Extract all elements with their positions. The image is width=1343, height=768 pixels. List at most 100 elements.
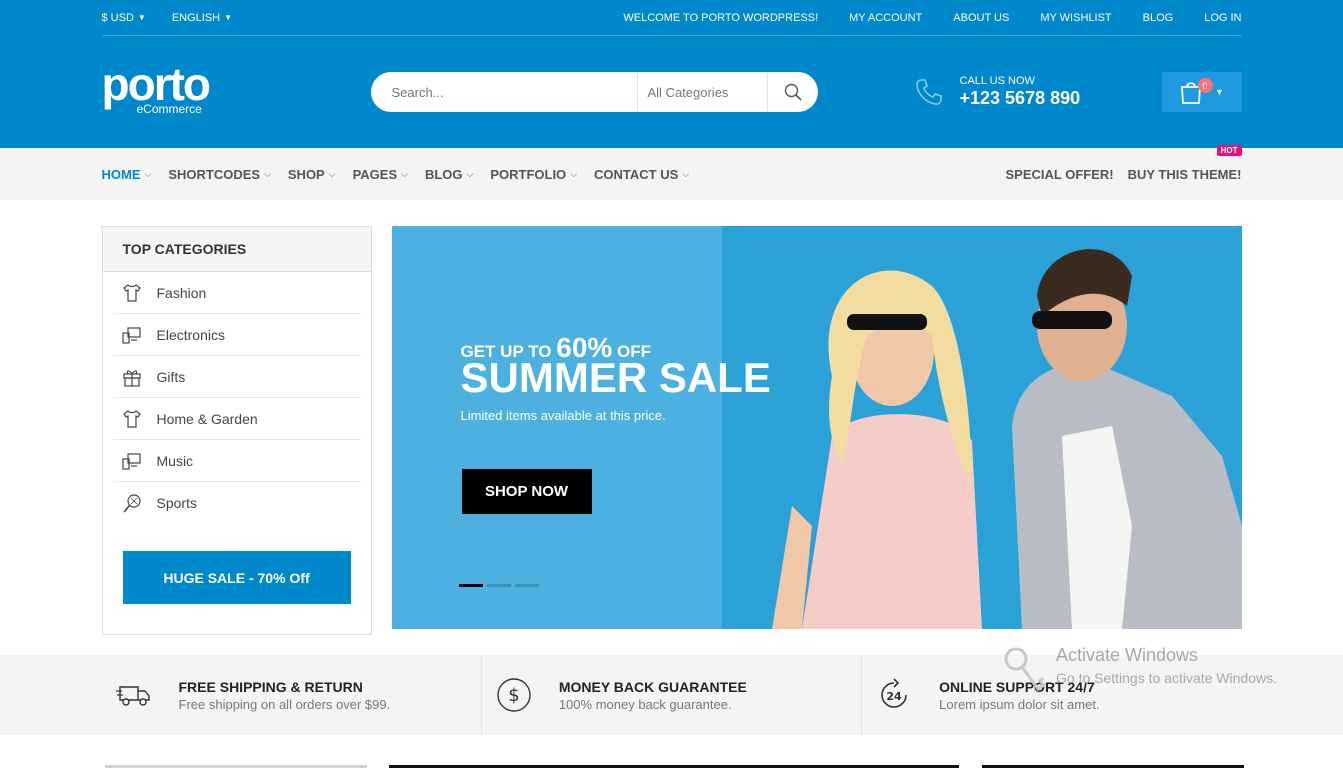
feature-title: FREE SHIPPING & RETURN <box>178 678 363 695</box>
feature-free-shipping: FREE SHIPPING & RETURN Free shipping on … <box>102 655 482 735</box>
features-bar: FREE SHIPPING & RETURN Free shipping on … <box>0 655 1343 735</box>
feature-title: MONEY BACK GUARANTEE <box>558 678 747 695</box>
category-item-gifts[interactable]: Gifts <box>112 356 361 398</box>
svg-text:24: 24 <box>887 690 903 703</box>
chevron-down-icon: ⌵ <box>264 168 271 179</box>
nav-item-pages[interactable]: PAGES ⌵ <box>353 167 408 182</box>
chevron-down-icon: ⌵ <box>682 168 690 179</box>
category-label: Sports <box>156 495 197 511</box>
hot-badge: HOT <box>1216 144 1242 156</box>
cart-button[interactable]: 0 ▼ <box>1161 72 1242 112</box>
header: porto eCommerce All Categories CALL US N… <box>0 36 1343 148</box>
category-select[interactable]: All Categories <box>636 72 767 112</box>
language-label: ENGLISH <box>171 11 221 24</box>
category-label: Gifts <box>156 368 186 385</box>
chevron-down-icon: ⌵ <box>328 168 336 179</box>
slider-dot[interactable] <box>514 584 539 587</box>
search-input[interactable] <box>370 72 637 112</box>
currency-switcher[interactable]: $ USD ▼ <box>102 12 146 24</box>
chevron-down-icon: ▼ <box>224 13 233 22</box>
slider-title: SUMMER SALE <box>460 354 771 401</box>
nav-label: CONTACT US <box>594 166 679 182</box>
nav-label: HOME <box>101 166 141 182</box>
nav-item-shop[interactable]: SHOP ⌵ <box>288 167 336 182</box>
nav-label: BLOG <box>424 166 463 182</box>
shirt-icon <box>121 282 143 304</box>
currency-label: $ USD <box>101 11 134 24</box>
category-item-sports[interactable]: Sports <box>113 482 361 524</box>
buy-theme-label: BUY THIS THEME! <box>1127 166 1242 182</box>
support-24-icon: 24 <box>874 675 914 715</box>
chevron-down-icon: ⌵ <box>570 168 578 179</box>
chevron-down-icon: ⌵ <box>466 168 474 179</box>
truck-icon <box>114 675 154 715</box>
feature-subtitle: Lorem ipsum dolor sit amet. <box>939 696 1100 712</box>
nav-item-blog[interactable]: BLOG ⌵ <box>425 167 473 182</box>
special-offer-link[interactable]: SPECIAL OFFER! <box>1006 167 1114 182</box>
chevron-down-icon: ⌵ <box>144 168 152 179</box>
my-account-link[interactable]: MY ACCOUNT <box>849 12 922 24</box>
top-categories-panel: TOP CATEGORIES Fashion Electronics Gifts… <box>101 226 372 635</box>
call-number[interactable]: +123 5678 890 <box>960 88 1081 109</box>
nav-label: SHORTCODES <box>168 166 261 182</box>
devices-icon <box>121 450 143 472</box>
category-label: Music <box>156 452 194 469</box>
welcome-text: WELCOME TO PORTO WORDPRESS! <box>623 11 819 24</box>
feature-title: ONLINE SUPPORT 24/7 <box>939 678 1095 695</box>
nav-label: SHOP <box>287 166 325 182</box>
blog-link[interactable]: BLOG <box>1143 12 1174 24</box>
category-item-home-garden[interactable]: Home & Garden <box>112 398 361 440</box>
feature-subtitle: 100% money back guarantee. <box>558 696 732 712</box>
category-item-fashion[interactable]: Fashion <box>112 272 361 314</box>
hero-photo-couple <box>771 249 1242 629</box>
slider-dot[interactable] <box>458 584 483 587</box>
nav-item-portfolio[interactable]: PORTFOLIO ⌵ <box>490 167 577 182</box>
racket-icon <box>121 492 143 514</box>
phone-icon <box>915 79 942 105</box>
category-item-electronics[interactable]: Electronics <box>112 314 361 356</box>
chevron-down-icon: ⌵ <box>401 168 408 179</box>
search-bar: All Categories <box>370 72 818 112</box>
nav-item-shortcodes[interactable]: SHORTCODES ⌵ <box>168 167 271 182</box>
category-label: Fashion <box>156 284 207 301</box>
call-us: CALL US NOW +123 5678 890 <box>913 75 1081 109</box>
cart-count-badge: 0 <box>1197 78 1213 93</box>
my-wishlist-link[interactable]: MY WISHLIST <box>1040 12 1111 24</box>
nav-item-home[interactable]: HOME ⌵ <box>102 167 152 182</box>
svg-text:$: $ <box>508 685 519 706</box>
category-item-music[interactable]: Music <box>112 440 361 482</box>
shop-now-button[interactable]: SHOP NOW <box>461 469 592 514</box>
huge-sale-button[interactable]: HUGE SALE - 70% Off <box>122 551 351 604</box>
feature-money-back: $ MONEY BACK GUARANTEE 100% money back g… <box>482 655 863 735</box>
top-bar: $ USD ▼ ENGLISH ▼ WELCOME TO PORTO WORDPRE… <box>0 0 1343 36</box>
nav-item-contact-us[interactable]: CONTACT US ⌵ <box>594 167 689 182</box>
buy-theme-link[interactable]: BUY THIS THEME! HOT <box>1127 144 1242 182</box>
category-label: Electronics <box>156 326 225 343</box>
content-preview-strip <box>0 735 1343 768</box>
search-icon <box>784 83 802 101</box>
slider-dot[interactable] <box>486 584 511 587</box>
feature-subtitle: Free shipping on all orders over $99. <box>178 696 391 712</box>
nav-label: PAGES <box>352 166 398 182</box>
logo-subtitle: eCommerce <box>136 102 202 116</box>
nav-label: PORTFOLIO <box>490 166 567 182</box>
slider-subtitle: Limited items available at this price. <box>460 408 666 423</box>
language-switcher[interactable]: ENGLISH ▼ <box>172 12 232 24</box>
main-content: TOP CATEGORIES Fashion Electronics Gifts… <box>0 200 1343 655</box>
gift-icon <box>121 366 143 388</box>
logo[interactable]: porto eCommerce <box>101 58 371 116</box>
category-label: Home & Garden <box>156 410 258 427</box>
chevron-down-icon: ▼ <box>1215 87 1224 97</box>
panel-title: TOP CATEGORIES <box>102 227 371 272</box>
devices-icon <box>121 324 143 346</box>
main-nav: HOME ⌵ SHORTCODES ⌵ SHOP ⌵ PAGES ⌵ BLOG ⌵ POR… <box>0 144 1343 200</box>
log-in-link[interactable]: LOG IN <box>1204 12 1241 24</box>
hero-slider[interactable]: GET UP TO 60% OFF SUMMER SALE Limited it… <box>391 226 1242 629</box>
call-label: CALL US NOW <box>959 75 1035 87</box>
about-us-link[interactable]: ABOUT US <box>953 12 1009 24</box>
search-button[interactable] <box>766 72 818 112</box>
chevron-down-icon: ▼ <box>137 13 146 22</box>
slider-dots <box>458 584 543 587</box>
logo-brand: porto <box>101 58 212 110</box>
dollar-icon: $ <box>494 675 534 715</box>
